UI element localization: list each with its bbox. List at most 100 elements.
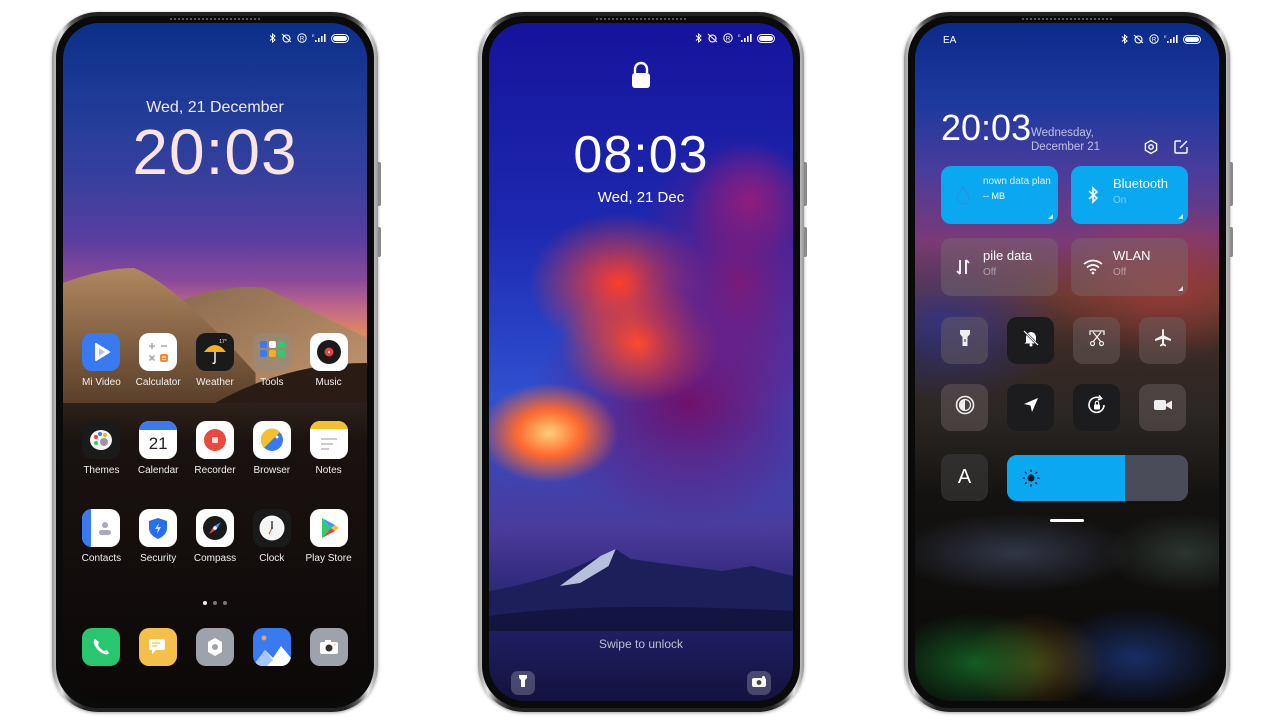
scissors-screenshot-icon: [1088, 329, 1106, 352]
app-label: Play Store: [305, 553, 352, 564]
control-center: EA R E 20:03 Wednesday, December 21 nown…: [915, 23, 1219, 701]
svg-text:R: R: [1152, 38, 1157, 44]
toggle-screen-record[interactable]: [1139, 384, 1186, 431]
clock-icon: [252, 509, 291, 547]
page-dot-active[interactable]: [203, 601, 207, 605]
airplane-icon: [1153, 328, 1173, 353]
camera-icon: [309, 628, 348, 666]
app-contacts[interactable]: Contacts: [73, 509, 130, 564]
status-bar: R E: [695, 33, 775, 43]
calendar-day: 21: [148, 434, 168, 453]
cc-date-weekday: Wednesday,: [1031, 127, 1094, 139]
earpiece-speaker: [1022, 18, 1112, 20]
carrier-label: EA: [943, 35, 957, 46]
brightness-slider[interactable]: [1007, 455, 1188, 501]
dock-gallery[interactable]: [243, 628, 300, 666]
flashlight-shortcut[interactable]: [511, 671, 535, 695]
status-bar: R E: [269, 33, 349, 43]
app-security[interactable]: Security: [130, 509, 187, 564]
themes-icon: [82, 421, 121, 459]
dock-camera[interactable]: [300, 628, 357, 666]
camera-icon: [752, 674, 766, 692]
settings-button[interactable]: [1142, 139, 1160, 158]
tile-subtitle: Off: [1113, 267, 1127, 278]
page-indicator: [63, 601, 367, 605]
tile-subtitle: Off: [983, 267, 997, 278]
video-camera-icon: [1153, 398, 1173, 417]
app-weather[interactable]: 17° Weather: [187, 333, 244, 388]
browser-icon: [252, 421, 291, 459]
app-calendar[interactable]: 21 Calendar: [130, 421, 187, 476]
tile-wlan[interactable]: WLAN Off: [1071, 238, 1188, 296]
app-clock[interactable]: Clock: [243, 509, 300, 564]
toggle-screenshot[interactable]: [1073, 317, 1120, 364]
power-button: [804, 227, 807, 257]
toggle-dark-mode[interactable]: [941, 384, 988, 431]
toggle-flashlight[interactable]: [941, 317, 988, 364]
svg-text:R: R: [300, 37, 305, 43]
earpiece-speaker: [170, 18, 260, 20]
signal-e-icon: E: [738, 33, 752, 43]
svg-text:E: E: [738, 33, 741, 38]
app-themes[interactable]: Themes: [73, 421, 130, 476]
dock-messages[interactable]: [130, 628, 187, 666]
calculator-icon: [139, 333, 178, 371]
app-mi-video[interactable]: Mi Video: [73, 333, 130, 388]
toggle-rotation-lock[interactable]: [1073, 384, 1120, 431]
bluetooth-icon: [1121, 34, 1128, 44]
app-label: Weather: [196, 377, 234, 388]
app-tools-folder[interactable]: Tools: [243, 333, 300, 388]
mi-video-icon: [82, 333, 121, 371]
camera-shortcut[interactable]: [747, 671, 771, 695]
page-dot[interactable]: [213, 601, 217, 605]
tile-title: Bluetooth: [1113, 176, 1168, 191]
tile-data-plan[interactable]: nown data plan -- MB: [941, 166, 1058, 224]
tile-subtitle: On: [1113, 195, 1127, 206]
contrast-icon: [955, 395, 975, 420]
app-notes[interactable]: Notes: [300, 421, 357, 476]
toggle-airplane-mode[interactable]: [1139, 317, 1186, 364]
notes-icon: [309, 421, 348, 459]
auto-brightness-button[interactable]: A: [941, 454, 988, 501]
app-label: Mi Video: [82, 377, 121, 388]
app-label: Recorder: [194, 465, 236, 476]
dock-settings[interactable]: [187, 628, 244, 666]
expand-corner-icon: [1178, 214, 1183, 219]
dock-phone[interactable]: [73, 628, 130, 666]
app-play-store[interactable]: Play Store: [300, 509, 357, 564]
toggle-silent[interactable]: [1007, 317, 1054, 364]
phone-control-center: EA R E 20:03 Wednesday, December 21 nown…: [904, 12, 1233, 712]
app-browser[interactable]: Browser: [243, 421, 300, 476]
power-button: [1230, 227, 1233, 257]
drag-handle[interactable]: [1050, 519, 1084, 522]
app-calculator[interactable]: Calculator: [130, 333, 187, 388]
swipe-to-unlock-hint[interactable]: Swipe to unlock: [489, 637, 793, 651]
auto-brightness-label: A: [957, 466, 972, 488]
mobile-data-icon: [953, 257, 973, 277]
svg-text:E: E: [312, 33, 315, 38]
volume-button: [804, 162, 807, 206]
app-compass[interactable]: Compass: [187, 509, 244, 564]
bluetooth-icon: [1083, 185, 1103, 205]
mountains-wallpaper: [489, 549, 793, 631]
app-label: Tools: [260, 377, 284, 388]
sun-icon: [1021, 468, 1041, 493]
tile-bluetooth[interactable]: Bluetooth On: [1071, 166, 1188, 224]
app-recorder[interactable]: Recorder: [187, 421, 244, 476]
app-music[interactable]: Music: [300, 333, 357, 388]
home-screen: R E Wed, 21 December 20:03 Mi Video Calc…: [63, 23, 367, 701]
silent-alarm-icon: [281, 33, 292, 43]
registered-r-icon: R: [297, 33, 307, 43]
settings-icon: [195, 628, 234, 666]
phone-lock-screen: R E 08:03 Wed, 21 Dec Swipe to unlock: [478, 12, 807, 712]
svg-text:R: R: [726, 37, 731, 43]
home-clock: 20:03: [132, 116, 298, 188]
phone-home-screen: R E Wed, 21 December 20:03 Mi Video Calc…: [52, 12, 381, 712]
page-dot[interactable]: [223, 601, 227, 605]
toggle-location[interactable]: [1007, 384, 1054, 431]
tile-subtitle: -- MB: [983, 191, 1005, 201]
edit-tiles-button[interactable]: [1172, 139, 1190, 158]
registered-r-icon: R: [1149, 34, 1159, 44]
app-label: Security: [140, 553, 177, 564]
tile-mobile-data[interactable]: pile data Off: [941, 238, 1058, 296]
